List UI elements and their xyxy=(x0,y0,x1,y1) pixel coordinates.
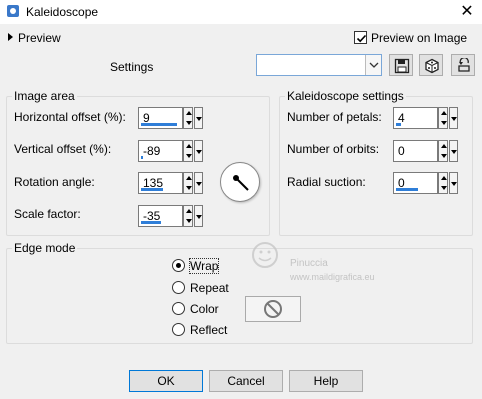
spin-arrows-icon[interactable] xyxy=(183,107,193,129)
rotation-needle-icon xyxy=(233,175,249,191)
watermark-logo-icon xyxy=(252,242,278,268)
horizontal-offset-label: Horizontal offset (%): xyxy=(14,110,126,124)
dropdown-arrow-icon[interactable] xyxy=(449,140,458,162)
no-color-icon xyxy=(264,300,282,318)
edge-mode-repeat-radio[interactable]: Repeat xyxy=(172,281,229,295)
edge-mode-title: Edge mode xyxy=(12,241,78,255)
save-preset-icon xyxy=(394,58,410,74)
edge-mode-wrap-label: Wrap xyxy=(188,258,220,274)
randomize-button[interactable] xyxy=(419,54,443,76)
settings-preset-select[interactable] xyxy=(256,54,382,76)
vertical-offset-label: Vertical offset (%): xyxy=(14,142,112,156)
radio-unselected-icon xyxy=(172,302,185,315)
number-of-petals-input[interactable]: 4 xyxy=(393,107,438,129)
dropdown-arrow-icon[interactable] xyxy=(194,107,203,129)
dropdown-arrow-icon[interactable] xyxy=(449,172,458,194)
edge-mode-wrap-radio[interactable]: Wrap xyxy=(172,258,220,274)
horizontal-offset-bar xyxy=(141,123,177,126)
radio-unselected-icon xyxy=(172,323,185,336)
dropdown-arrow-icon[interactable] xyxy=(194,172,203,194)
spin-arrows-icon[interactable] xyxy=(183,172,193,194)
reset-defaults-icon xyxy=(458,58,470,72)
window-title: Kaleidoscope xyxy=(26,5,99,19)
preview-label: Preview xyxy=(18,31,61,45)
edge-mode-reflect-radio[interactable]: Reflect xyxy=(172,323,227,337)
check-mark-icon xyxy=(356,34,367,43)
watermark-name: Pinuccia xyxy=(290,258,328,269)
rotation-angle-bar xyxy=(141,188,163,191)
vertical-offset-input[interactable]: -89 xyxy=(138,140,183,162)
edge-mode-repeat-label: Repeat xyxy=(190,281,229,295)
radial-suction-bar xyxy=(396,188,418,191)
radio-unselected-icon xyxy=(172,281,185,294)
image-area-title: Image area xyxy=(12,89,77,103)
scale-factor-input[interactable]: -35 xyxy=(138,205,183,227)
vertical-offset-bar xyxy=(141,156,143,159)
radial-suction-input[interactable]: 0 xyxy=(393,172,438,194)
settings-label: Settings xyxy=(110,60,154,74)
help-button[interactable]: Help xyxy=(289,370,363,392)
spin-arrows-icon[interactable] xyxy=(438,107,448,129)
edge-mode-reflect-label: Reflect xyxy=(190,323,228,337)
horizontal-offset-input[interactable]: 9 xyxy=(138,107,183,129)
preview-on-image-label: Preview on Image xyxy=(371,31,468,45)
rotation-angle-field[interactable]: 135 xyxy=(138,172,206,194)
watermark-site: www.maildigrafica.eu xyxy=(290,272,375,282)
number-of-orbits-value: 0 xyxy=(398,144,405,158)
randomize-icon xyxy=(425,58,439,74)
cancel-button[interactable]: Cancel xyxy=(209,370,283,392)
title-bar: Kaleidoscope ✕ xyxy=(0,0,482,24)
number-of-orbits-label: Number of orbits: xyxy=(287,142,380,156)
number-of-orbits-input[interactable]: 0 xyxy=(393,140,438,162)
scale-factor-field[interactable]: -35 xyxy=(138,205,206,227)
vertical-offset-value: -89 xyxy=(143,144,161,158)
vertical-offset-field[interactable]: -89 xyxy=(138,140,206,162)
rotation-dial[interactable] xyxy=(220,162,260,202)
spin-arrows-icon[interactable] xyxy=(183,205,193,227)
spin-arrows-icon[interactable] xyxy=(183,140,193,162)
number-of-petals-field[interactable]: 4 xyxy=(393,107,461,129)
number-of-orbits-field[interactable]: 0 xyxy=(393,140,461,162)
edge-mode-group xyxy=(6,248,473,344)
ok-button[interactable]: OK xyxy=(129,370,203,392)
rotation-angle-input[interactable]: 135 xyxy=(138,172,183,194)
number-of-petals-bar xyxy=(396,123,401,126)
radial-suction-label: Radial suction: xyxy=(287,175,366,189)
edge-mode-color-radio[interactable]: Color xyxy=(172,302,219,316)
dropdown-arrow-icon[interactable] xyxy=(194,205,203,227)
horizontal-offset-field[interactable]: 9 xyxy=(138,107,206,129)
number-of-petals-label: Number of petals: xyxy=(287,110,382,124)
paintshop-icon xyxy=(6,4,20,18)
dropdown-arrow-icon[interactable] xyxy=(449,107,458,129)
close-icon: ✕ xyxy=(460,3,474,20)
radio-selected-icon xyxy=(172,259,185,272)
expand-triangle-icon xyxy=(8,33,13,41)
preview-toggle[interactable]: Preview xyxy=(8,31,61,45)
reset-defaults-button[interactable] xyxy=(451,54,475,76)
close-button[interactable]: ✕ xyxy=(456,2,478,22)
dropdown-arrow-icon[interactable] xyxy=(194,140,203,162)
chevron-down-icon[interactable] xyxy=(365,55,381,75)
kaleidoscope-settings-title: Kaleidoscope settings xyxy=(285,89,406,103)
checkbox-box xyxy=(354,31,367,44)
edge-mode-color-label: Color xyxy=(190,302,219,316)
rotation-angle-label: Rotation angle: xyxy=(14,175,95,189)
spin-arrows-icon[interactable] xyxy=(438,140,448,162)
scale-factor-label: Scale factor: xyxy=(14,207,81,221)
preview-on-image-checkbox[interactable]: Preview on Image xyxy=(354,31,467,45)
radial-suction-field[interactable]: 0 xyxy=(393,172,461,194)
edge-color-swatch[interactable] xyxy=(245,296,301,322)
spin-arrows-icon[interactable] xyxy=(438,172,448,194)
save-preset-button[interactable] xyxy=(389,54,413,76)
scale-factor-bar xyxy=(141,221,161,224)
